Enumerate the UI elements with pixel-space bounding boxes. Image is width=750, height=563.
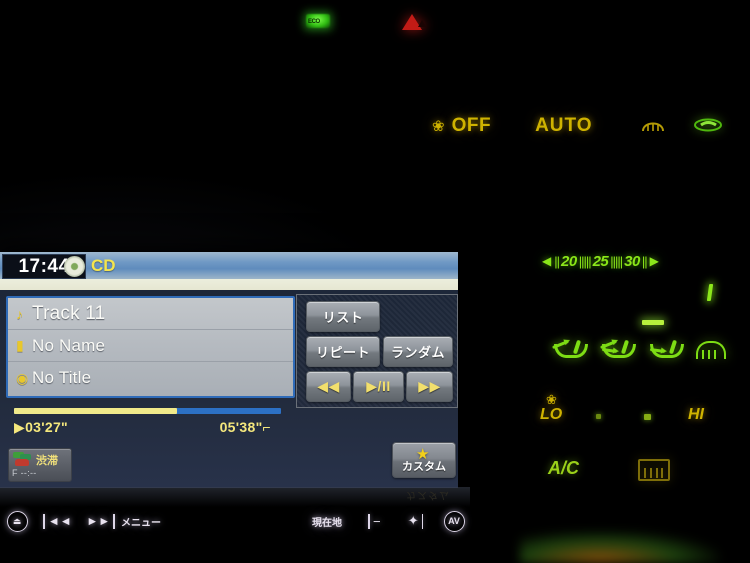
auto-mode-label: AUTO	[535, 115, 593, 136]
track-bar-icon	[43, 513, 45, 529]
plus-icon: ✦	[407, 513, 419, 528]
traffic-eta-label: F --:--	[12, 468, 37, 478]
traffic-label: 渋滞	[36, 455, 58, 467]
screen-header-bar: 17:44 CD	[0, 252, 458, 279]
temp-tick-group: |||||	[578, 253, 592, 269]
artist-name-text: No Name	[32, 335, 106, 355]
custom-label-reflection: カスタム	[406, 489, 450, 500]
album-icon: ◉	[16, 369, 29, 386]
track-info-panel: ♪ Track 11 ▮ No Name ◉ No Title	[6, 296, 295, 398]
console-ambient-glow	[520, 531, 720, 563]
head-unit-dashboard: ECO ❀ OFF AUTO ◀ || 20 ||||| 25 ||||| 30…	[0, 0, 750, 563]
track-title-text: Track 11	[32, 302, 106, 324]
playback-button-panel: リスト リピート ランダム ◀◀ ▶/II ▶▶	[296, 294, 458, 408]
airflow-mode-feet-icon[interactable]	[649, 332, 684, 358]
fan-speed-row[interactable]: ❀ LO HI	[540, 392, 720, 434]
temp-decrease-arrow[interactable]: ◀	[542, 254, 551, 268]
power-eject-button[interactable]: ⏏	[5, 505, 29, 537]
airflow-mode-defrost-icon[interactable]	[696, 332, 730, 359]
audio-source-label: CD	[91, 256, 116, 275]
climate-status-row: ❀ OFF AUTO	[432, 108, 722, 144]
artist-row: ▮ No Name	[8, 330, 293, 362]
ac-control-row[interactable]: A/C	[548, 458, 728, 486]
av-icon: AV	[443, 510, 465, 532]
previous-track-button[interactable]: ◀◀	[306, 371, 351, 402]
previous-hard-button[interactable]: ◄◄	[36, 505, 76, 537]
header-divider	[0, 279, 458, 290]
play-pause-button[interactable]: ▶/II	[353, 371, 404, 402]
temp-value-20: 20	[561, 252, 577, 270]
list-button[interactable]: リスト	[306, 301, 380, 332]
airflow-mode-selected-indicator	[642, 320, 664, 325]
temp-increase-arrow[interactable]: ▶	[650, 254, 659, 268]
elapsed-time-label: ▶03'27"	[14, 419, 68, 435]
album-row: ◉ No Title	[8, 362, 293, 394]
fan-speed-step-dot	[596, 414, 601, 419]
airflow-mode-face-icon[interactable]	[552, 332, 588, 358]
fan-icon: ❀	[432, 117, 445, 135]
temp-tick-group: |||||	[610, 253, 623, 269]
total-time-text: 05'38"	[219, 419, 263, 435]
traffic-info-button[interactable]: 渋滞 F --:--	[8, 448, 72, 482]
next-hard-button[interactable]: ►►	[82, 505, 122, 537]
hazard-warning-lamp	[402, 14, 426, 32]
fan-speed-low-label: LO	[540, 406, 563, 423]
temp-value-25: 25	[592, 252, 609, 270]
menu-hard-button[interactable]: メニュー	[118, 505, 164, 537]
previous-icon: ◄◄	[47, 514, 72, 528]
volume-up-button[interactable]: ✦	[400, 505, 434, 537]
temperature-scale[interactable]: ◀ || 20 ||||| 25 ||||| 30 || ▶	[540, 250, 745, 272]
volume-bar-icon	[368, 513, 370, 529]
fan-status-label: OFF	[451, 115, 492, 136]
next-track-button[interactable]: ▶▶	[406, 371, 453, 402]
airflow-mode-face-feet-icon[interactable]	[600, 332, 636, 358]
av-hard-button[interactable]: AV	[440, 505, 468, 537]
hardware-button-row[interactable]: ⏏ ◄◄ ►► メニュー 現在地 − ✦ AV	[0, 505, 470, 541]
fan-speed-step-dot	[644, 414, 651, 420]
climate-zone-indicator-bar	[706, 284, 714, 301]
minus-icon: −	[372, 513, 381, 529]
airflow-mode-row[interactable]	[540, 328, 726, 362]
front-defrost-glyph	[641, 122, 664, 131]
custom-button[interactable]: ★ カスタム	[392, 442, 456, 478]
power-icon: ⏏	[6, 510, 28, 532]
eco-indicator-lamp: ECO	[306, 14, 332, 30]
repeat-button[interactable]: リピート	[306, 336, 380, 367]
ac-label[interactable]: A/C	[548, 458, 579, 479]
cd-disc-icon	[64, 256, 85, 277]
music-note-icon: ♪	[16, 305, 23, 322]
eco-lamp-label: ECO	[308, 19, 320, 25]
track-bar-icon	[113, 513, 115, 529]
front-defrost-icon	[641, 115, 665, 138]
track-title-row: ♪ Track 11	[8, 298, 293, 330]
hazard-triangle-icon	[402, 14, 426, 30]
playback-progress[interactable]: ▶03'27" 05'38"⌐	[14, 408, 281, 444]
time-corner-mark: ⌐	[262, 419, 271, 435]
random-button[interactable]: ランダム	[383, 336, 453, 367]
temp-value-30: 30	[624, 252, 640, 270]
total-time-label: 05'38"⌐	[220, 419, 271, 435]
current-location-hard-button[interactable]: 現在地	[306, 505, 348, 537]
artist-icon: ▮	[16, 337, 24, 353]
progress-fill	[14, 408, 177, 414]
screen-body: ♪ Track 11 ▮ No Name ◉ No Title リスト リピート…	[0, 290, 458, 488]
seat-heater-glyph	[693, 118, 722, 131]
navigation-screen[interactable]: 17:44 CD ♪ Track 11 ▮ No Name ◉ No Title	[0, 252, 458, 488]
custom-button-label: カスタム	[402, 461, 446, 473]
temp-tick-group: ||	[641, 253, 648, 269]
volume-bar-icon	[421, 513, 424, 529]
album-title-text: No Title	[32, 368, 92, 387]
traffic-cars-icon	[13, 452, 33, 466]
volume-down-button[interactable]: −	[356, 505, 390, 537]
rear-defogger-icon[interactable]	[638, 459, 670, 481]
fan-speed-high-label: HI	[688, 406, 704, 423]
temp-tick-group: ||	[554, 253, 560, 269]
next-icon: ►►	[86, 514, 111, 528]
seat-heater-icon	[693, 116, 723, 137]
